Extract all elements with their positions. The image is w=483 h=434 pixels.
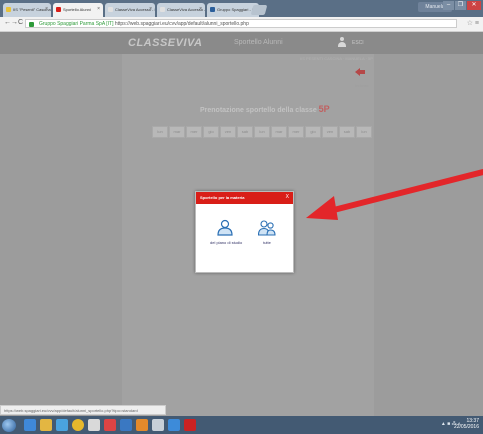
flashget-icon[interactable] — [104, 419, 116, 431]
chrome-icon[interactable] — [72, 419, 84, 431]
link-status-bar: https://web.spaggiari.eu/cvv/app/default… — [0, 405, 166, 415]
app-icon[interactable] — [88, 419, 100, 431]
annotation-arrow-icon — [306, 169, 483, 220]
media-icon[interactable] — [56, 419, 68, 431]
explorer-icon[interactable] — [40, 419, 52, 431]
vlc-icon[interactable] — [136, 419, 148, 431]
word-icon[interactable] — [120, 419, 132, 431]
clock-date: 22/05/2016 — [453, 424, 479, 430]
notepad-icon[interactable] — [152, 419, 164, 431]
annotation-arrow-shaft — [315, 169, 483, 217]
acrobat-icon[interactable] — [184, 419, 196, 431]
ie-icon[interactable] — [24, 419, 36, 431]
paint-icon[interactable] — [168, 419, 180, 431]
start-button[interactable] — [2, 419, 16, 432]
annotation-arrow-tip — [306, 196, 338, 220]
taskbar-clock[interactable]: 13:37 22/05/2016 — [454, 418, 479, 430]
